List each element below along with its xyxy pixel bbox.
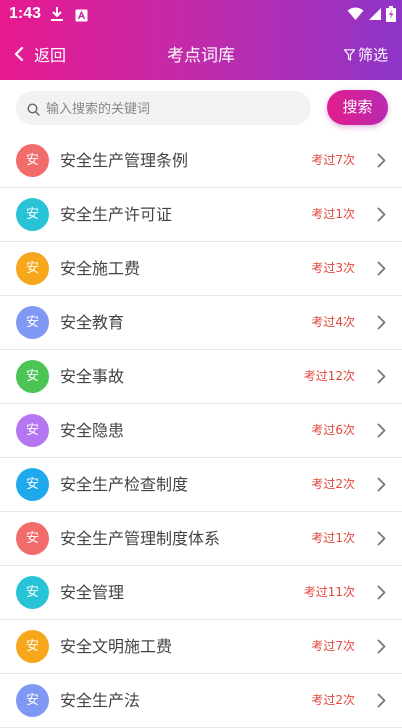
search-icon (27, 101, 40, 120)
term-name: 安全生产法 (60, 691, 141, 710)
back-button[interactable]: 返回 (14, 42, 66, 66)
list-item[interactable]: 安 安全施工费 考过3次 (0, 242, 402, 296)
filter-label: 筛选 (357, 46, 388, 64)
term-avatar: 安 (16, 630, 49, 663)
status-icons (347, 6, 396, 22)
chevron-right-icon (377, 585, 386, 600)
status-time: 1:43 (9, 5, 42, 22)
search-button[interactable]: 搜索 (327, 90, 388, 125)
back-label: 返回 (34, 46, 67, 65)
exam-count: 考过1次 (311, 531, 355, 545)
term-name: 安全生产管理条例 (60, 151, 189, 170)
list-item[interactable]: 安 安全文明施工费 考过7次 (0, 620, 402, 674)
chevron-right-icon (377, 369, 386, 384)
term-avatar: 安 (16, 306, 49, 339)
term-name: 安全事故 (60, 367, 125, 386)
chevron-right-icon (377, 693, 386, 708)
filter-button[interactable]: 筛选 (343, 44, 388, 65)
term-avatar: 安 (16, 684, 49, 717)
term-avatar: 安 (16, 468, 49, 501)
term-list: 安 安全生产管理条例 考过7次 安 安全生产许可证 考过1次 安 安全施工费 考… (0, 134, 402, 728)
list-item[interactable]: 安 安全生产法 考过2次 (0, 674, 402, 728)
exam-count: 考过2次 (311, 477, 355, 491)
exam-count: 考过2次 (311, 693, 355, 707)
term-name: 安全生产许可证 (60, 205, 173, 224)
term-name: 安全施工费 (60, 259, 141, 278)
exam-count: 考过7次 (311, 639, 355, 653)
download-icon (50, 6, 64, 26)
list-item[interactable]: 安 安全生产许可证 考过1次 (0, 188, 402, 242)
nav-bar: 返回 考点词库 筛选 (0, 30, 402, 76)
chevron-right-icon (377, 639, 386, 654)
term-name: 安全生产管理制度体系 (60, 529, 221, 548)
chevron-left-icon (14, 46, 24, 62)
search-input[interactable] (44, 91, 308, 127)
term-avatar: 安 (16, 414, 49, 447)
search-box[interactable] (16, 91, 311, 127)
list-item[interactable]: 安 安全隐患 考过6次 (0, 404, 402, 458)
term-avatar: 安 (16, 198, 49, 231)
battery-icon (386, 6, 396, 22)
status-bar: 1:43 (0, 0, 402, 28)
term-name: 安全生产检查制度 (60, 475, 189, 494)
filter-icon (343, 48, 355, 61)
term-avatar: 安 (16, 252, 49, 285)
app-header: 1:43 返回 考点词库 筛选 (0, 0, 402, 80)
chevron-right-icon (377, 477, 386, 492)
wifi-icon (347, 7, 364, 20)
chevron-right-icon (377, 207, 386, 222)
app-notification-icon (75, 7, 88, 26)
exam-count: 考过4次 (311, 315, 355, 329)
list-item[interactable]: 安 安全生产检查制度 考过2次 (0, 458, 402, 512)
exam-count: 考过1次 (311, 207, 355, 221)
list-item[interactable]: 安 安全事故 考过12次 (0, 350, 402, 404)
exam-count: 考过12次 (303, 369, 355, 383)
term-name: 安全文明施工费 (60, 637, 173, 656)
list-item[interactable]: 安 安全生产管理条例 考过7次 (0, 134, 402, 188)
term-name: 安全教育 (60, 313, 125, 332)
term-avatar: 安 (16, 360, 49, 393)
chevron-right-icon (377, 531, 386, 546)
exam-count: 考过11次 (303, 585, 355, 599)
chevron-right-icon (377, 315, 386, 330)
search-row: 搜索 (0, 80, 402, 136)
term-name: 安全隐患 (60, 421, 125, 440)
chevron-right-icon (377, 153, 386, 168)
chevron-right-icon (377, 261, 386, 276)
term-avatar: 安 (16, 522, 49, 555)
exam-count: 考过7次 (311, 153, 355, 167)
signal-icon (369, 8, 381, 20)
chevron-right-icon (377, 423, 386, 438)
list-item[interactable]: 安 安全生产管理制度体系 考过1次 (0, 512, 402, 566)
term-avatar: 安 (16, 576, 49, 609)
list-item[interactable]: 安 安全管理 考过11次 (0, 566, 402, 620)
term-name: 安全管理 (60, 583, 125, 602)
exam-count: 考过6次 (311, 423, 355, 437)
term-avatar: 安 (16, 144, 49, 177)
exam-count: 考过3次 (311, 261, 355, 275)
list-item[interactable]: 安 安全教育 考过4次 (0, 296, 402, 350)
